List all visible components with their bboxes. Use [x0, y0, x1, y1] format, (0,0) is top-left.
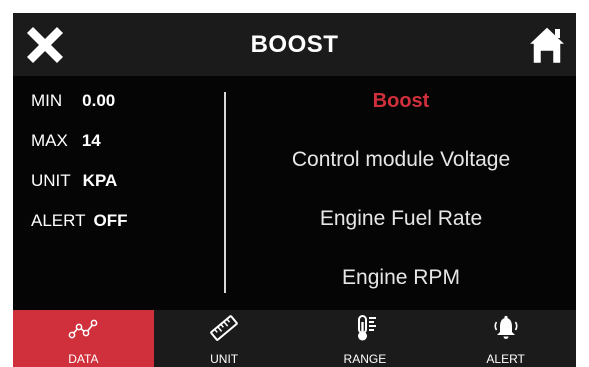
option-boost[interactable]: Boost [226, 85, 576, 144]
info-row-max: MAX 14 [31, 129, 221, 169]
tab-unit[interactable]: UNIT [154, 310, 295, 367]
tab-range[interactable]: RANGE [295, 310, 436, 367]
tab-alert-label: ALERT [486, 352, 525, 366]
bell-icon [494, 315, 518, 339]
header-bar: BOOST [13, 13, 576, 76]
min-label: MIN [31, 91, 63, 110]
max-value: 14 [81, 131, 101, 150]
min-value: 0.00 [82, 91, 116, 110]
page-title: BOOST [250, 31, 339, 58]
max-label: MAX [31, 131, 68, 150]
home-icon [523, 24, 571, 66]
gauge-info-panel: MIN 0.00 MAX 14 UNIT KPA ALERT OFF [31, 89, 221, 249]
tab-alert[interactable]: ALERT [435, 310, 576, 367]
gauge-settings-screen: BOOST MIN 0.00 MAX 14 UNIT KPA ALERT OFF Boo… [13, 13, 576, 367]
tab-data-label: DATA [68, 352, 99, 366]
data-source-list: Boost Control module Voltage Engine Fuel… [226, 85, 576, 321]
alert-label: ALERT [31, 211, 86, 230]
option-engine-fuel-rate[interactable]: Engine Fuel Rate [226, 203, 576, 262]
ruler-icon [210, 315, 238, 341]
bottom-tab-bar: DATA UNIT RANGE ALERT [13, 310, 576, 367]
line-graph-icon [69, 319, 98, 339]
unit-value: KPA [82, 171, 118, 190]
tab-unit-label: UNIT [210, 352, 239, 366]
tab-range-label: RANGE [343, 352, 387, 366]
info-row-unit: UNIT KPA [31, 169, 221, 209]
home-button[interactable] [523, 21, 571, 67]
tab-data[interactable]: DATA [13, 310, 154, 367]
thermometer-icon [357, 315, 376, 341]
info-row-min: MIN 0.00 [31, 89, 221, 129]
info-row-alert: ALERT OFF [31, 209, 221, 249]
alert-value: OFF [93, 211, 128, 230]
option-control-module-voltage[interactable]: Control module Voltage [226, 144, 576, 203]
unit-label: UNIT [31, 171, 71, 190]
